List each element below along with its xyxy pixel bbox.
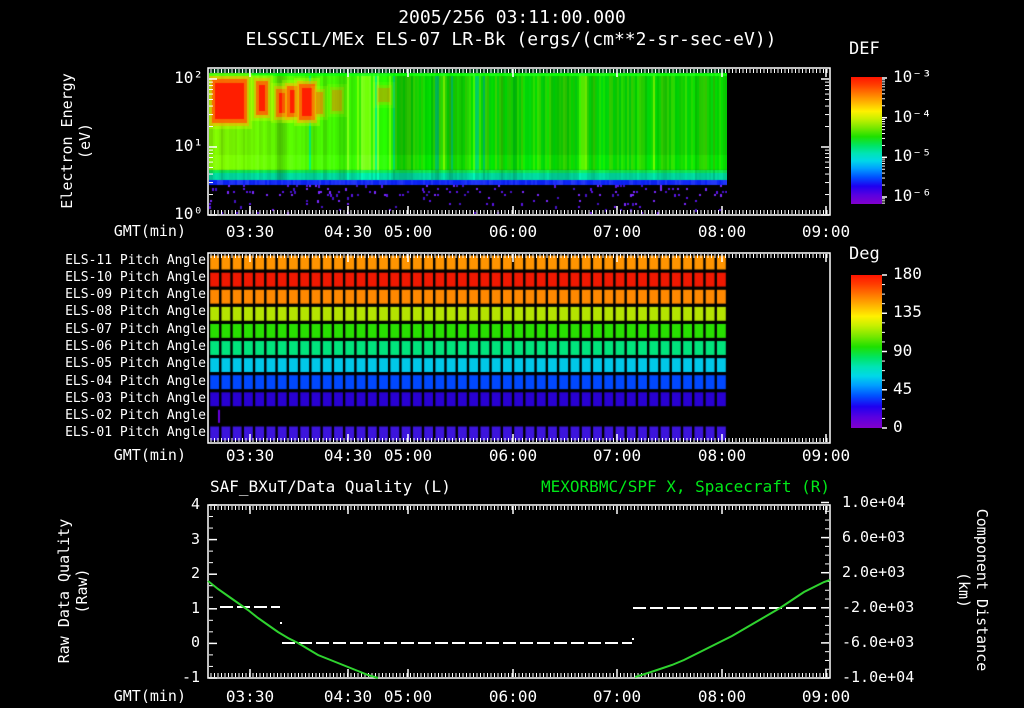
quality-tick-label: 0 (190, 633, 200, 652)
quality-dot (632, 638, 634, 640)
x-tick-label: 07:00 (592, 222, 642, 241)
x-tick-label: 04:30 (323, 446, 373, 465)
energy-tick-label: 10² (174, 68, 203, 87)
quality-dot (280, 622, 282, 624)
x-tick-label: 05:00 (383, 687, 433, 706)
x-tick-label: 03:30 (225, 446, 275, 465)
distance-tick-label: -6.0e+03 (842, 632, 915, 651)
panel-frame (207, 67, 831, 216)
pitch-row-label: ELS-01 Pitch Angle (65, 425, 206, 441)
x-tick-label: 05:00 (383, 446, 433, 465)
colorbar-tick-label: 10⁻⁶ (893, 186, 932, 205)
distance-tick-label: 2.0e+03 (842, 562, 906, 581)
els-summary-plot: 2005/256 03:11:00.000 ELSSCIL/MEx ELS-07… (0, 0, 1024, 708)
pitch-row-label: ELS-06 Pitch Angle (65, 338, 206, 354)
x-tick-label: 03:30 (225, 222, 275, 241)
x-tick-label: 06:00 (488, 446, 538, 465)
colorbar-tick-label: 135 (893, 302, 922, 322)
distance-curve (634, 579, 831, 678)
x-tick-label: 09:00 (801, 446, 851, 465)
x-tick-label: 09:00 (801, 687, 851, 706)
x-tick-label: 08:00 (697, 222, 747, 241)
quality-tick-label: 3 (190, 529, 200, 548)
x-axis-title: GMT(min) (113, 446, 186, 464)
x-tick-label: 08:00 (697, 687, 747, 706)
distance-tick-label: 6.0e+03 (842, 527, 906, 546)
colorbar-tick-label: 10⁻⁴ (893, 106, 932, 126)
energy-tick-label: 10¹ (174, 136, 203, 155)
pitch-row-label: ELS-09 Pitch Angle (65, 287, 206, 303)
distance-tick-label: 1.0e+04 (842, 492, 906, 511)
colorbar-tick-label: 0 (893, 417, 903, 436)
colorbar-tick-label: 180 (893, 264, 922, 283)
colorbar-tick-label: 10⁻³ (893, 67, 932, 86)
x-tick-label: 07:00 (592, 687, 642, 706)
x-axis-title: GMT(min) (113, 222, 186, 240)
x-tick-label: 07:00 (592, 446, 642, 465)
quality-tick-label: 1 (190, 598, 200, 617)
x-tick-label: 05:00 (383, 222, 433, 241)
quality-tick-label: 4 (190, 495, 200, 513)
pitch-row-label: ELS-08 Pitch Angle (65, 304, 206, 320)
x-tick-label: 09:00 (801, 222, 851, 241)
pitch-row-label: ELS-02 Pitch Angle (65, 408, 206, 424)
pitch-row-label: ELS-10 Pitch Angle (65, 269, 206, 285)
quality-tick-label: 2 (190, 564, 200, 583)
x-tick-label: 06:00 (488, 687, 538, 706)
x-tick-label: 06:00 (488, 222, 538, 241)
pitch-row-label: ELS-11 Pitch Angle (65, 252, 206, 268)
quality-tick-label: -1 (181, 668, 200, 686)
energy-tick-label: 10⁰ (174, 204, 203, 223)
x-tick-label: 04:30 (323, 687, 373, 706)
x-tick-label: 04:30 (323, 222, 373, 241)
x-axis-title: GMT(min) (113, 687, 186, 705)
panel-frame (207, 252, 831, 444)
pitch-row-label: ELS-04 Pitch Angle (65, 373, 206, 389)
distance-tick-label: -1.0e+04 (842, 668, 915, 686)
distance-curve (207, 580, 379, 679)
pitch-row-label: ELS-03 Pitch Angle (65, 390, 206, 406)
pitch-row-label: ELS-07 Pitch Angle (65, 321, 206, 337)
x-tick-label: 08:00 (697, 446, 747, 465)
distance-tick-label: -2.0e+03 (842, 597, 915, 616)
pitch-row-label: ELS-05 Pitch Angle (65, 356, 206, 372)
colorbar-tick-label: 90 (893, 340, 913, 360)
panel-frame (207, 504, 831, 679)
colorbar-tick-label: 45 (893, 378, 913, 398)
x-tick-label: 03:30 (225, 687, 275, 706)
colorbar-tick-label: 10⁻⁵ (893, 146, 932, 166)
